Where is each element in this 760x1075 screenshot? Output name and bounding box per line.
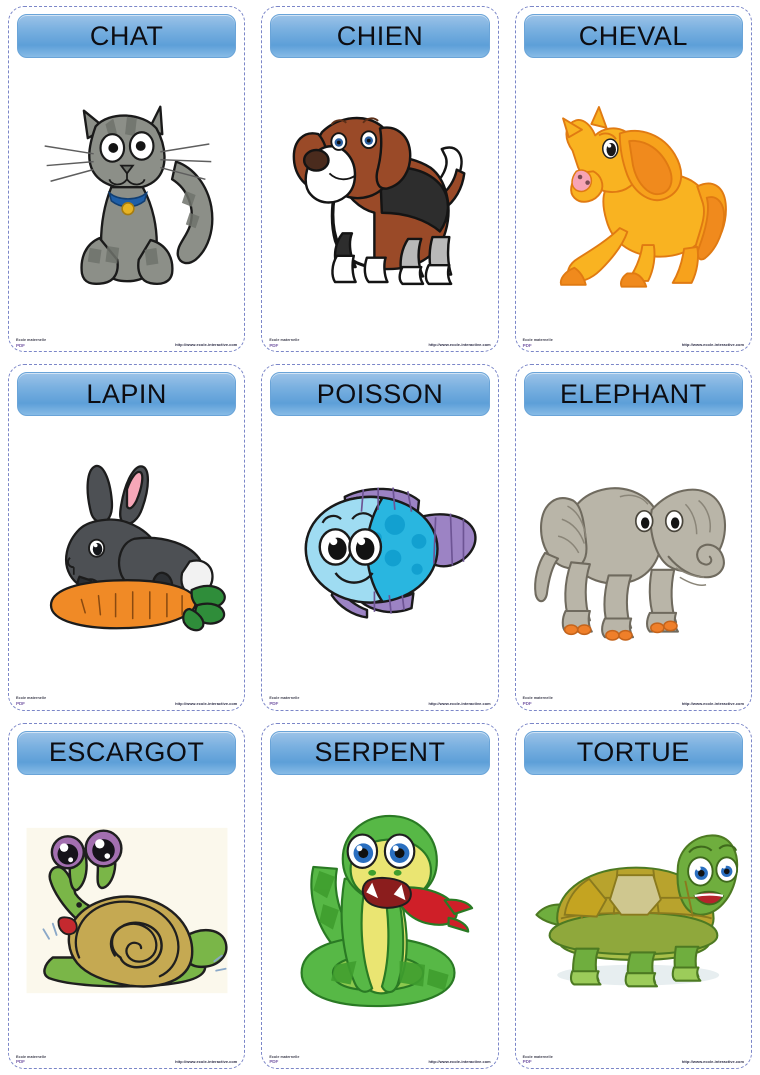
brand-mark: Ecole maternelle PDF	[16, 339, 46, 348]
card-title: ESCARGOT	[48, 737, 205, 768]
horse-illustration	[560, 106, 728, 288]
card-title-bar: LAPIN	[17, 372, 237, 417]
card-footer: Ecole maternelle PDF http://www.ecole-in…	[9, 1045, 244, 1068]
brand-mark: Ecole maternelle PDF	[523, 697, 553, 706]
card-title-bar: POISSON	[270, 372, 490, 417]
card-illustration-area	[9, 58, 244, 328]
card-title-bar: CHAT	[17, 14, 237, 58]
footer-url: http://www.ecole-interactive.com	[428, 342, 491, 348]
fish-illustration	[304, 487, 477, 619]
card-title: CHAT	[89, 20, 164, 51]
card-footer: Ecole maternelle PDF http://www.ecole-in…	[262, 687, 497, 710]
flashcard-chat[interactable]: CHAT Ecole maternelle PDF http://www.eco…	[8, 6, 246, 353]
brand-mark: Ecole maternelle PDF	[269, 697, 299, 706]
elephant-illustration	[534, 487, 727, 642]
card-title-bar: TORTUE	[523, 730, 743, 775]
card-illustration-area	[9, 416, 244, 686]
card-illustration-area	[9, 775, 244, 1045]
card-footer: Ecole maternelle PDF http://www.ecole-in…	[516, 328, 751, 351]
flashcard-cheval[interactable]: CHEVAL Ecole maternelle PDF http://www.e…	[514, 6, 752, 353]
brand-mark: Ecole maternelle PDF	[523, 339, 553, 348]
footer-url: http://www.ecole-interactive.com	[428, 700, 491, 706]
card-title-bar: ELEPHANT	[523, 372, 743, 417]
footer-url: http://www.ecole-interactive.com	[681, 342, 744, 348]
flashcard-tortue[interactable]: TORTUE Ecole maternelle PDF http://www.e…	[514, 722, 752, 1069]
footer-url: http://www.ecole-interactive.com	[681, 1059, 744, 1064]
card-footer: Ecole maternelle PDF http://www.ecole-in…	[516, 1045, 751, 1068]
footer-url: http://www.ecole-interactive.com	[681, 700, 744, 706]
snail-illustration	[26, 827, 228, 994]
flashcard-sheet: CHAT Ecole maternelle PDF http://www.eco…	[0, 0, 760, 1075]
footer-url: http://www.ecole-interactive.com	[175, 342, 238, 348]
card-title: CHEVAL	[578, 20, 688, 51]
card-footer: Ecole maternelle PDF http://www.ecole-in…	[262, 328, 497, 351]
card-title: POISSON	[316, 378, 444, 409]
footer-url: http://www.ecole-interactive.com	[428, 1059, 491, 1064]
card-title-bar: CHIEN	[270, 14, 490, 58]
card-illustration-area	[516, 58, 751, 328]
card-illustration-area	[516, 775, 751, 1045]
card-title: TORTUE	[576, 737, 690, 768]
brand-sub: PDF	[16, 701, 25, 707]
brand-sub: PDF	[522, 342, 532, 348]
card-illustration-area	[262, 416, 497, 686]
card-title-bar: ESCARGOT	[17, 730, 237, 775]
flashcard-elephant[interactable]: ELEPHANT Ecole maternelle PDF http://www…	[514, 364, 752, 711]
brand-mark: Ecole maternelle PDF	[522, 1055, 553, 1065]
flashcard-serpent[interactable]: SERPENT Ecole maternelle PDF http://www.…	[261, 722, 499, 1069]
card-illustration-area	[262, 58, 497, 328]
brand-mark: Ecole maternelle PDF	[269, 339, 299, 348]
flashcard-chien[interactable]: CHIEN Ecole maternelle PDF http://www.ec…	[261, 6, 499, 353]
card-footer: Ecole maternelle PDF http://www.ecole-in…	[262, 1045, 497, 1068]
rabbit-illustration	[49, 465, 226, 632]
card-title: ELEPHANT	[560, 378, 707, 409]
brand-sub: PDF	[269, 701, 279, 707]
turtle-illustration	[535, 834, 739, 988]
brand-mark: Ecole maternelle PDF	[16, 697, 46, 706]
card-footer: Ecole maternelle PDF http://www.ecole-in…	[9, 687, 244, 710]
card-title: LAPIN	[86, 378, 167, 409]
brand-sub: PDF	[269, 1059, 279, 1065]
brand-sub: PDF	[522, 1059, 532, 1065]
dog-illustration	[292, 116, 466, 286]
card-illustration-area	[262, 775, 497, 1045]
card-footer: Ecole maternelle PDF http://www.ecole-in…	[9, 328, 244, 351]
card-title-bar: CHEVAL	[523, 14, 743, 58]
footer-url: http://www.ecole-interactive.com	[175, 1059, 238, 1064]
card-title-bar: SERPENT	[270, 730, 490, 775]
brand-mark: Ecole maternelle PDF	[16, 1055, 46, 1065]
flashcard-lapin[interactable]: LAPIN Ecole maternelle PDF http://www.ec…	[8, 364, 246, 711]
brand-sub: PDF	[522, 701, 532, 707]
flashcard-escargot[interactable]: ESCARGOT Ecole maternelle PDF http://www…	[8, 722, 246, 1069]
card-illustration-area	[516, 416, 751, 686]
flashcard-poisson[interactable]: POISSON Ecole maternelle PDF http://www.…	[261, 364, 499, 711]
brand-sub: PDF	[269, 342, 279, 348]
card-title: SERPENT	[314, 737, 446, 768]
snake-illustration	[300, 814, 474, 1007]
brand-sub: PDF	[16, 1059, 25, 1065]
footer-url: http://www.ecole-interactive.com	[175, 700, 238, 706]
card-footer: Ecole maternelle PDF http://www.ecole-in…	[516, 687, 751, 710]
card-title: CHIEN	[336, 20, 424, 51]
brand-mark: Ecole maternelle PDF	[269, 1055, 299, 1065]
cat-illustration	[44, 105, 214, 286]
brand-sub: PDF	[16, 342, 25, 348]
